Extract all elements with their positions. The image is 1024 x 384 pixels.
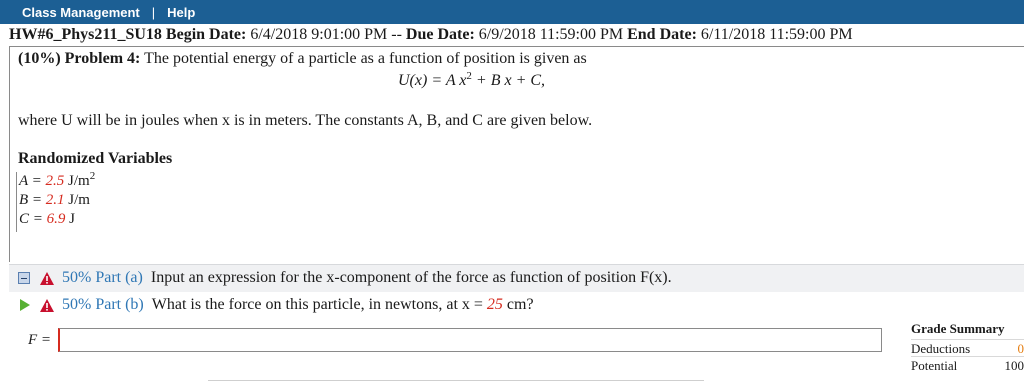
end-date-label: End Date: <box>627 26 697 43</box>
randomized-variables-list: A = 2.5 J/m2 B = 2.1 J/m C = 6.9 J <box>16 170 96 232</box>
grade-summary-title: Grade Summary <box>911 321 1005 336</box>
begin-date-label: Begin Date: <box>165 26 247 43</box>
variable-unit: J/m <box>64 192 90 208</box>
variable-a: A = 2.5 J/m2 <box>19 170 96 191</box>
answer-label: F = <box>28 332 52 348</box>
variable-unit: J <box>65 211 75 227</box>
problem-statement: (10%) Problem 4: The potential energy of… <box>18 50 587 68</box>
part-b-percent: 50% Part (b) <box>62 296 144 313</box>
end-date-value: 6/11/2018 11:59:00 PM <box>700 26 853 43</box>
begin-date-value: 6/4/2018 9:01:00 PM -- <box>250 26 402 43</box>
part-b-row[interactable]: 50% Part (b) What is the force on this p… <box>18 294 534 316</box>
menu-class-management[interactable]: Class Management <box>22 5 140 20</box>
grade-row-label: Potential <box>911 358 958 373</box>
variable-name: C = <box>19 211 47 227</box>
grade-row-value: 0 <box>1017 341 1024 356</box>
part-b-text: What is the force on this particle, in n… <box>152 296 534 314</box>
part-b-text-after: cm? <box>502 296 534 313</box>
variable-c: C = 6.9 J <box>19 210 95 229</box>
where-text: where U will be in joules when x is in m… <box>18 112 593 129</box>
part-a-row[interactable]: 50% Part (a) Input an expression for the… <box>18 267 672 289</box>
problem-percent: (10%) <box>18 50 61 67</box>
problem-label: Problem 4: <box>64 50 141 67</box>
part-b-text-before: What is the force on this particle, in n… <box>151 296 487 313</box>
variable-value: 6.9 <box>46 211 66 227</box>
randomized-variables-title: Randomized Variables <box>18 150 173 167</box>
minus-icon[interactable] <box>18 272 30 284</box>
variable-value: 2.5 <box>45 173 65 189</box>
part-a-text: Input an expression for the x-component … <box>150 269 672 286</box>
energy-formula: U(x) = A x2 + B x + C, <box>398 71 546 90</box>
menu-help[interactable]: Help <box>167 5 195 20</box>
divider <box>208 380 704 381</box>
grade-summary: Grade Summary Deductions 0 Potential 100 <box>911 321 1024 373</box>
formula-rhs: + B x + C, <box>471 72 546 89</box>
assignment-header: HW#6_Phys211_SU18 Begin Date: 6/4/2018 9… <box>9 26 853 44</box>
menu-bar: Class Management | Help <box>0 0 1024 24</box>
menu-separator: | <box>151 4 156 20</box>
grade-row-deductions: Deductions 0 <box>911 339 1024 356</box>
part-a-percent: 50% Part (a) <box>62 269 143 286</box>
part-b-value: 25 <box>486 296 503 313</box>
variable-name: A = <box>19 173 46 189</box>
warning-icon <box>40 298 54 312</box>
warning-icon <box>40 271 54 285</box>
grade-row-value: 100 <box>1004 358 1024 373</box>
variable-value: 2.1 <box>45 192 65 208</box>
assignment-name: HW#6_Phys211_SU18 <box>9 26 162 43</box>
grade-row-potential: Potential 100 <box>911 356 1024 373</box>
variable-b: B = 2.1 J/m <box>19 191 95 210</box>
variable-name: B = <box>19 192 46 208</box>
answer-input[interactable] <box>58 328 882 352</box>
play-icon[interactable] <box>20 299 30 311</box>
variable-unit-exponent: 2 <box>89 170 96 182</box>
formula-lhs: U(x) = A x <box>398 72 467 89</box>
problem-text: The potential energy of a particle as a … <box>144 50 587 67</box>
due-date-label: Due Date: <box>405 26 475 43</box>
grade-row-label: Deductions <box>911 341 971 356</box>
due-date-value: 6/9/2018 11:59:00 PM <box>478 26 624 43</box>
variable-unit: J/m <box>64 173 90 189</box>
